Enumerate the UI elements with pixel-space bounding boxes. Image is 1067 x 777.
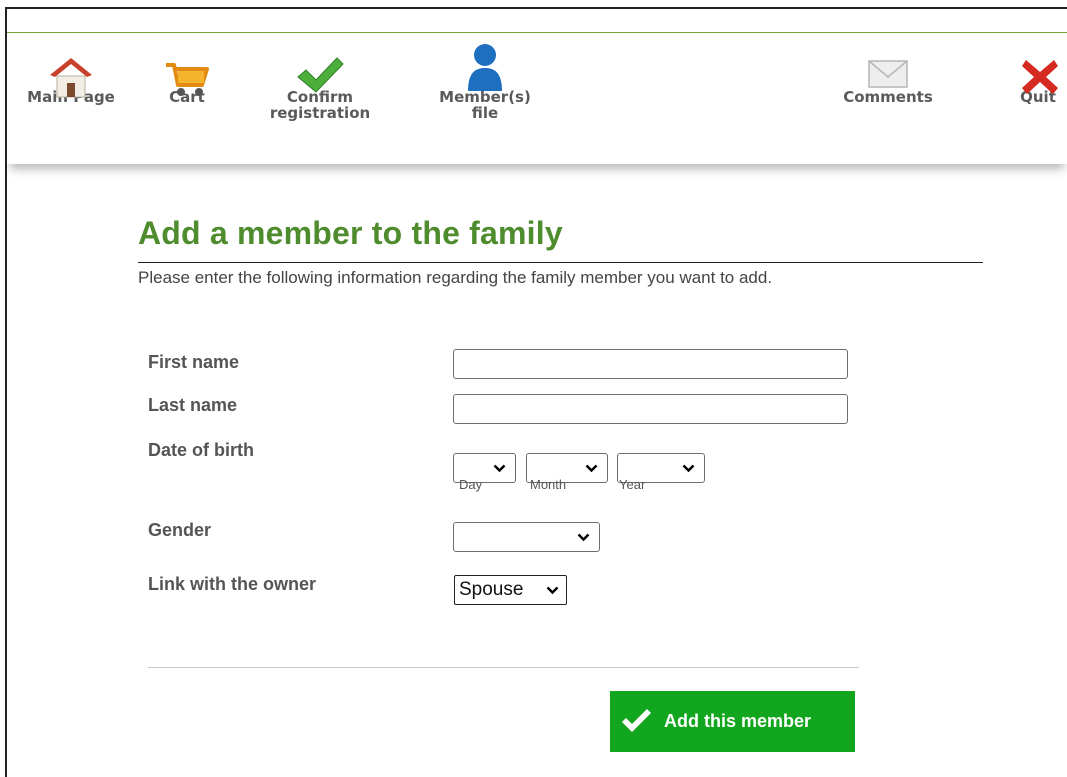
add-member-button-label: Add this member: [664, 711, 812, 731]
envelope-icon: [858, 33, 918, 89]
chevron-down-icon: [577, 533, 590, 542]
link-with-owner-value: Spouse: [459, 579, 524, 600]
nav-main-page[interactable]: Main Page: [19, 33, 123, 105]
first-name-label: First name: [148, 352, 240, 372]
close-icon: [1010, 33, 1067, 94]
last-name-label: Last name: [148, 395, 238, 415]
nav-comments-label: Comments: [843, 88, 933, 106]
last-name-input[interactable]: [453, 394, 848, 424]
home-icon: [41, 33, 101, 98]
first-name-input[interactable]: [453, 349, 848, 379]
top-navigation-bar: Main Page Cart Confirm registration Memb…: [7, 33, 1067, 164]
title-divider: [138, 262, 983, 263]
chevron-down-icon: [546, 586, 559, 595]
add-member-button[interactable]: Add this member: [610, 691, 855, 752]
dob-month-caption: Month: [530, 477, 567, 492]
page-intro: Please enter the following information r…: [138, 268, 773, 287]
gender-select[interactable]: [453, 522, 600, 552]
main-content: Add a member to the family Please enter …: [138, 209, 988, 752]
checkmark-icon: [622, 709, 651, 732]
nav-members-label-line2: file: [471, 104, 499, 122]
nav-confirm-label-line2: registration: [269, 104, 371, 122]
nav-confirm-registration[interactable]: Confirm registration: [255, 33, 385, 121]
link-with-owner-label: Link with the owner: [148, 574, 317, 594]
link-with-owner-select[interactable]: Spouse: [454, 575, 567, 605]
cart-icon: [157, 33, 217, 96]
gender-label: Gender: [148, 520, 212, 540]
form-bottom-divider: [148, 667, 859, 668]
nav-members-file[interactable]: Member(s) file: [425, 33, 545, 121]
chevron-down-icon: [493, 464, 506, 473]
person-icon: [455, 33, 515, 91]
chevron-down-icon: [585, 464, 598, 473]
checkmark-icon: [290, 33, 350, 93]
dob-day-caption: Day: [459, 477, 483, 492]
page-title: Add a member to the family: [138, 215, 563, 251]
nav-comments[interactable]: Comments: [833, 33, 943, 105]
date-of-birth-label: Date of birth: [148, 440, 254, 460]
page-frame: Main Page Cart Confirm registration Memb…: [5, 7, 1067, 777]
nav-cart[interactable]: Cart: [157, 33, 217, 105]
dob-year-caption: Year: [619, 477, 646, 492]
nav-quit[interactable]: Quit: [1010, 33, 1066, 105]
chevron-down-icon: [682, 464, 695, 473]
